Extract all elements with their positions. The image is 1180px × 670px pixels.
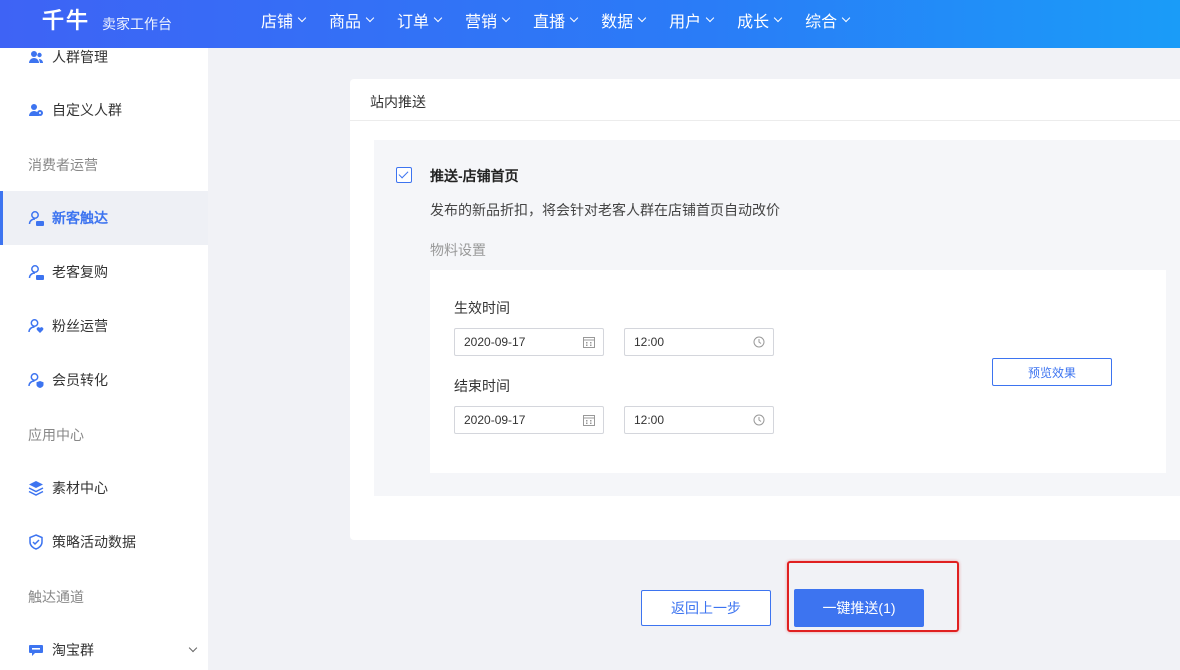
push-option-panel: 推送-店铺首页 发布的新品折扣，将会针对老客人群在店铺首页自动改价 物料设置 生… [374,140,1180,496]
chevron-down-icon [433,13,443,23]
sidebar-item-new-customer[interactable]: 新客触达 [0,191,208,245]
start-time-value: 12:00 [634,335,665,349]
shield-icon [29,534,43,550]
chevron-down-icon[interactable] [188,643,198,653]
start-date-input[interactable]: 2020-09-17 [454,328,604,356]
nav-label: 订单 [397,14,430,31]
user-shield-icon [28,373,44,388]
people-settings-icon [29,104,43,116]
nav-item-live[interactable]: 直播 [533,0,579,40]
sidebar-item-material-center[interactable]: 素材中心 [0,461,208,515]
chat-icon [29,645,43,656]
nav-label: 数据 [601,14,634,31]
user-old-icon [28,265,44,280]
nav-label: 营销 [465,14,498,31]
push-option-title: 推送-店铺首页 [430,168,519,184]
chevron-down-icon [297,13,307,23]
nav-item-marketing[interactable]: 营销 [465,0,511,40]
sidebar-item-label: 素材中心 [52,480,108,496]
end-date-value: 2020-09-17 [464,413,526,427]
sidebar: 人群管理 自定义人群 消费者运营 新客触达 老客复购 粉丝运营 会员转化 应用中… [0,48,208,670]
nav-label: 店铺 [261,14,294,31]
back-button[interactable]: 返回上一步 [641,590,771,626]
chevron-down-icon [569,13,579,23]
material-settings-box: 生效时间 2020-09-17 12:00 结束时间 2020-09-17 12… [430,270,1166,473]
push-homepage-checkbox[interactable] [396,167,412,183]
sidebar-item-label: 会员转化 [52,372,108,388]
one-click-push-button[interactable]: 一键推送(1) [794,589,924,627]
nav-item-goods[interactable]: 商品 [329,0,375,40]
nav-item-data[interactable]: 数据 [601,0,647,40]
nav-item-users[interactable]: 用户 [669,0,715,40]
card-title: 站内推送 [370,94,426,110]
nav-label: 成长 [737,14,770,31]
start-time-input[interactable]: 12:00 [624,328,774,356]
end-time-input[interactable]: 12:00 [624,406,774,434]
chevron-down-icon [705,13,715,23]
layers-icon [28,481,44,496]
push-option-description: 发布的新品折扣，将会针对老客人群在店铺首页自动改价 [430,202,780,218]
start-date-value: 2020-09-17 [464,335,526,349]
people-icon [29,51,43,63]
sidebar-item-member[interactable]: 会员转化 [0,353,208,407]
nav-label: 综合 [805,14,838,31]
main-nav: 店铺 商品 订单 营销 直播 数据 用户 成长 综合 [261,0,873,40]
sidebar-item-label: 人群管理 [52,49,108,65]
sidebar-item-label: 自定义人群 [52,102,122,118]
chevron-down-icon [841,13,851,23]
calendar-icon [583,415,595,426]
preview-button[interactable]: 预览效果 [992,358,1112,386]
user-heart-icon [28,319,44,333]
chevron-down-icon [637,13,647,23]
sidebar-item-crowd-management[interactable]: 人群管理 [0,30,208,84]
sidebar-item-label: 策略活动数据 [52,534,136,550]
nav-item-general[interactable]: 综合 [805,0,851,40]
end-time-label: 结束时间 [454,378,510,394]
sidebar-item-strategy-data[interactable]: 策略活动数据 [0,515,208,569]
sidebar-section-consumer: 消费者运营 [28,157,98,173]
sidebar-item-old-customer[interactable]: 老客复购 [0,245,208,299]
divider [350,120,1180,121]
chevron-down-icon [773,13,783,23]
sidebar-item-taobao-group[interactable]: 淘宝群 [0,623,208,670]
material-settings-label: 物料设置 [430,242,486,258]
start-time-label: 生效时间 [454,300,510,316]
end-date-input[interactable]: 2020-09-17 [454,406,604,434]
nav-item-shop[interactable]: 店铺 [261,0,307,40]
nav-label: 商品 [329,14,362,31]
end-time-value: 12:00 [634,413,665,427]
push-card: 站内推送 推送-店铺首页 发布的新品折扣，将会针对老客人群在店铺首页自动改价 物… [350,79,1180,540]
sidebar-section-apps: 应用中心 [28,427,84,443]
chevron-down-icon [501,13,511,23]
clock-icon [753,336,765,348]
calendar-icon [583,337,595,348]
user-new-icon [28,211,44,226]
sidebar-item-label: 新客触达 [52,210,108,226]
sidebar-item-label: 淘宝群 [52,642,94,658]
sidebar-item-fans[interactable]: 粉丝运营 [0,299,208,353]
nav-label: 直播 [533,14,566,31]
sidebar-item-label: 粉丝运营 [52,318,108,334]
chevron-down-icon [365,13,375,23]
nav-label: 用户 [669,14,702,31]
sidebar-item-label: 老客复购 [52,264,108,280]
nav-item-growth[interactable]: 成长 [737,0,783,40]
nav-item-orders[interactable]: 订单 [397,0,443,40]
sidebar-section-channels: 触达通道 [28,589,84,605]
sidebar-item-custom-crowd[interactable]: 自定义人群 [0,83,208,137]
clock-icon [753,414,765,426]
